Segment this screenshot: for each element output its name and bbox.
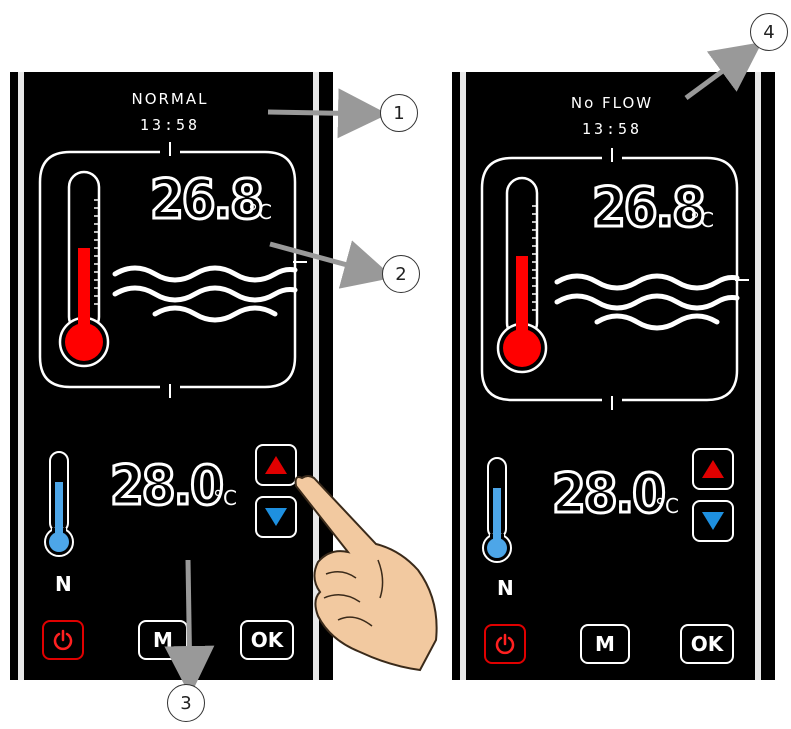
callout-1: 1 — [380, 94, 418, 132]
callout-4: 4 — [750, 13, 788, 51]
callout-2: 2 — [382, 255, 420, 293]
callout-3: 3 — [167, 684, 205, 722]
